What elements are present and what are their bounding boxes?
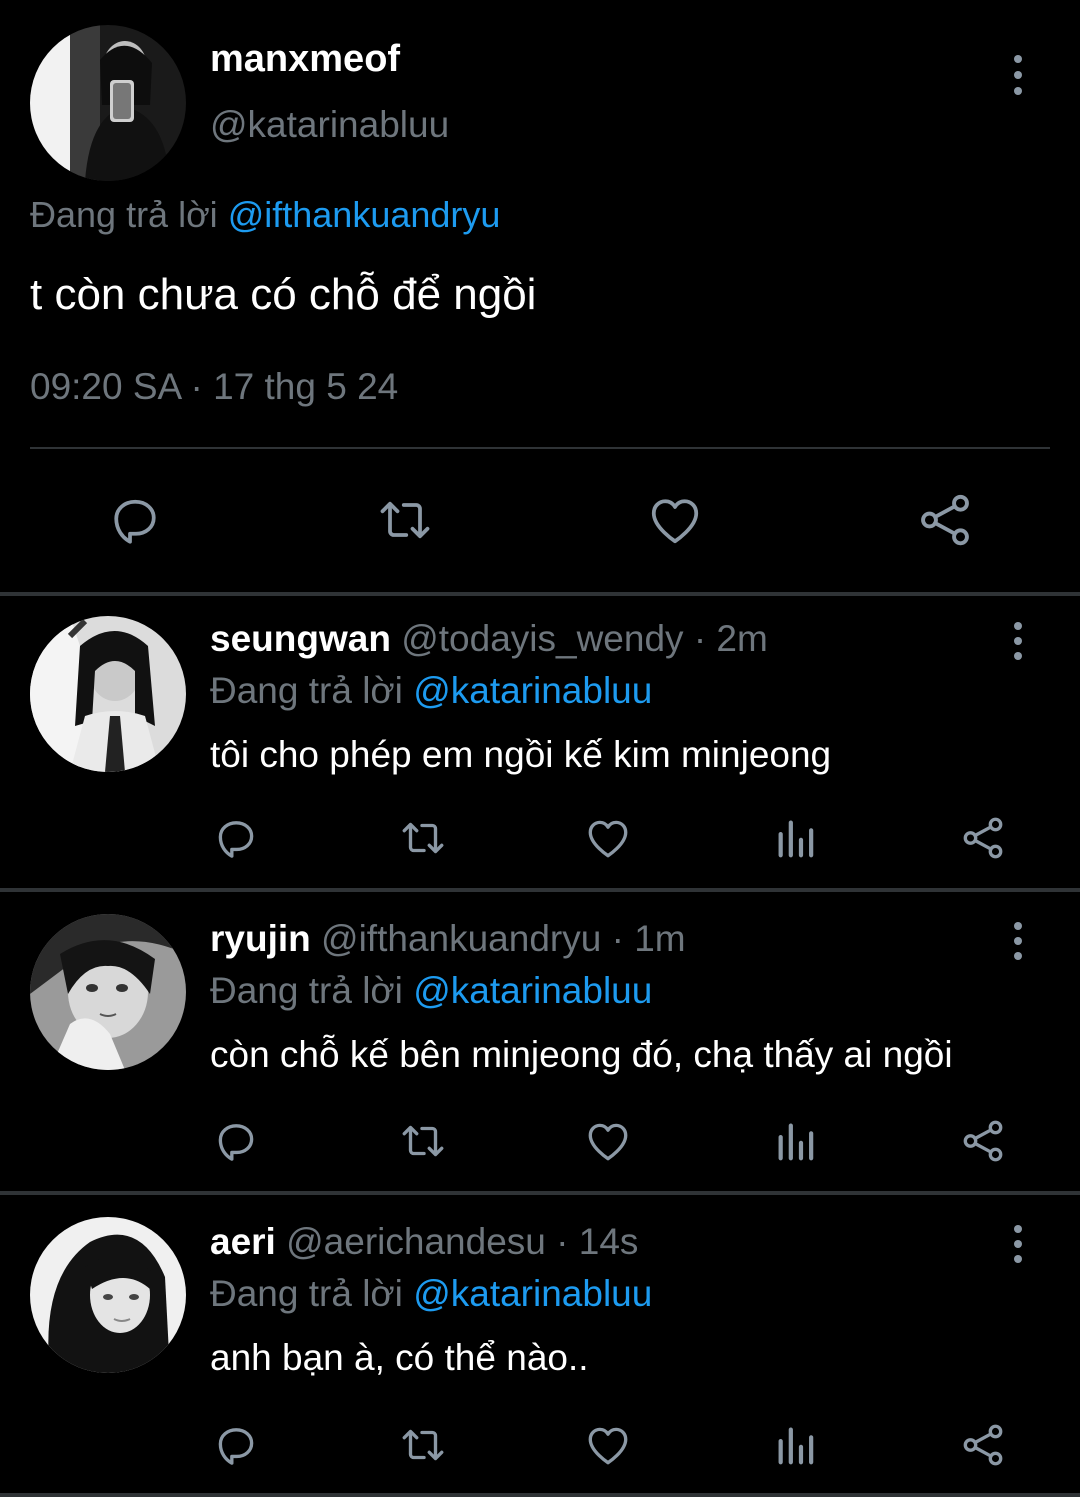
reply-time: · 1m (611, 918, 686, 959)
handle[interactable]: @todayis_wendy (401, 618, 683, 659)
display-name[interactable]: manxmeof (210, 38, 400, 81)
views-icon (778, 1427, 814, 1465)
avatar[interactable] (30, 616, 186, 772)
avatar[interactable] (30, 1217, 186, 1373)
reply-button[interactable] (100, 488, 170, 552)
share-icon (963, 1424, 1003, 1466)
retweet-icon (402, 1125, 444, 1157)
more-options-icon[interactable] (1003, 55, 1033, 95)
main-tweet: manxmeof @katarinabluu Đang trả lời @ift… (0, 0, 1080, 592)
replying-prefix: Đang trả lời (210, 670, 403, 711)
reply-tweet[interactable]: seungwan @todayis_wendy · 2m Đang trả lờ… (0, 596, 1080, 892)
replying-prefix: Đang trả lời (210, 1273, 403, 1314)
retweet-icon (380, 501, 430, 539)
share-icon (921, 494, 969, 546)
retweet-button[interactable] (393, 1113, 453, 1169)
retweet-button[interactable] (368, 488, 442, 552)
avatar[interactable] (30, 25, 186, 181)
reply-text: tôi cho phép em ngồi kế kim minjeong (210, 734, 832, 775)
like-icon (588, 820, 628, 858)
reply-button[interactable] (208, 1417, 264, 1473)
divider (30, 447, 1050, 449)
replying-to-mention[interactable]: @katarinabluu (413, 670, 652, 711)
tweet-timestamp[interactable]: 09:20 SA · 17 thg 5 24 (30, 366, 398, 408)
replying-to-line: Đang trả lời @katarinabluu (210, 970, 652, 1012)
handle[interactable]: @aerichandesu (286, 1221, 546, 1262)
replying-to-mention[interactable]: @katarinabluu (413, 1273, 652, 1314)
like-icon (651, 499, 699, 544)
reply-tweet[interactable]: aeri @aerichandesu · 14s Đang trả lời @k… (0, 1199, 1080, 1495)
views-icon (778, 820, 814, 858)
reply-button[interactable] (208, 810, 264, 866)
reply-time: · 2m (693, 618, 768, 659)
handle[interactable]: @ifthankuandryu (321, 918, 601, 959)
divider (0, 1493, 1080, 1497)
more-options-icon[interactable] (1003, 622, 1033, 660)
avatar-photo (30, 25, 186, 181)
replying-to-mention[interactable]: @ifthankuandryu (228, 194, 501, 235)
like-button[interactable] (580, 1417, 636, 1473)
display-name[interactable]: aeri (210, 1221, 276, 1262)
views-button[interactable] (770, 1113, 822, 1169)
views-icon (778, 1123, 814, 1161)
avatar-photo (30, 914, 186, 1070)
share-icon (963, 817, 1003, 859)
avatar-photo (30, 616, 186, 772)
reply-icon (218, 1124, 254, 1161)
more-options-icon[interactable] (1003, 922, 1033, 960)
share-button[interactable] (955, 1113, 1011, 1169)
reply-icon (218, 1428, 254, 1465)
reply-tweet[interactable]: ryujin @ifthankuandryu · 1m Đang trả lời… (0, 896, 1080, 1192)
reply-header: ryujin @ifthankuandryu · 1m (210, 918, 686, 960)
like-icon (588, 1123, 628, 1161)
replying-prefix: Đang trả lời (30, 194, 218, 235)
reply-header: seungwan @todayis_wendy · 2m (210, 618, 768, 660)
reply-header: aeri @aerichandesu · 14s (210, 1221, 638, 1263)
replying-to-line: Đang trả lời @katarinabluu (210, 1273, 652, 1315)
reply-icon (114, 499, 156, 544)
avatar[interactable] (30, 914, 186, 1070)
reply-time: · 14s (556, 1221, 639, 1262)
retweet-icon (402, 1429, 444, 1461)
share-button[interactable] (910, 488, 980, 552)
like-button[interactable] (640, 488, 710, 552)
replying-to-mention[interactable]: @katarinabluu (413, 970, 652, 1011)
retweet-button[interactable] (393, 810, 453, 866)
share-button[interactable] (955, 810, 1011, 866)
divider (0, 1191, 1080, 1195)
share-icon (963, 1120, 1003, 1162)
more-options-icon[interactable] (1003, 1225, 1033, 1263)
avatar-photo (30, 1217, 186, 1373)
views-button[interactable] (770, 1417, 822, 1473)
reply-text: anh bạn à, có thể nào.. (210, 1337, 589, 1378)
reply-text: còn chỗ kế bên minjeong đó, chạ thấy ai … (210, 1034, 953, 1075)
reply-icon (218, 821, 254, 858)
reply-button[interactable] (208, 1113, 264, 1169)
like-button[interactable] (580, 810, 636, 866)
retweet-icon (402, 822, 444, 854)
retweet-button[interactable] (393, 1417, 453, 1473)
replying-prefix: Đang trả lời (210, 970, 403, 1011)
replying-to-line: Đang trả lời @ifthankuandryu (30, 194, 500, 236)
replying-to-line: Đang trả lời @katarinabluu (210, 670, 652, 712)
share-button[interactable] (955, 1417, 1011, 1473)
views-button[interactable] (770, 810, 822, 866)
like-button[interactable] (580, 1113, 636, 1169)
divider (0, 888, 1080, 892)
display-name[interactable]: ryujin (210, 918, 311, 959)
handle[interactable]: @katarinabluu (210, 104, 449, 146)
like-icon (588, 1427, 628, 1465)
tweet-text: t còn chưa có chỗ để ngồi (30, 270, 537, 319)
display-name[interactable]: seungwan (210, 618, 391, 659)
